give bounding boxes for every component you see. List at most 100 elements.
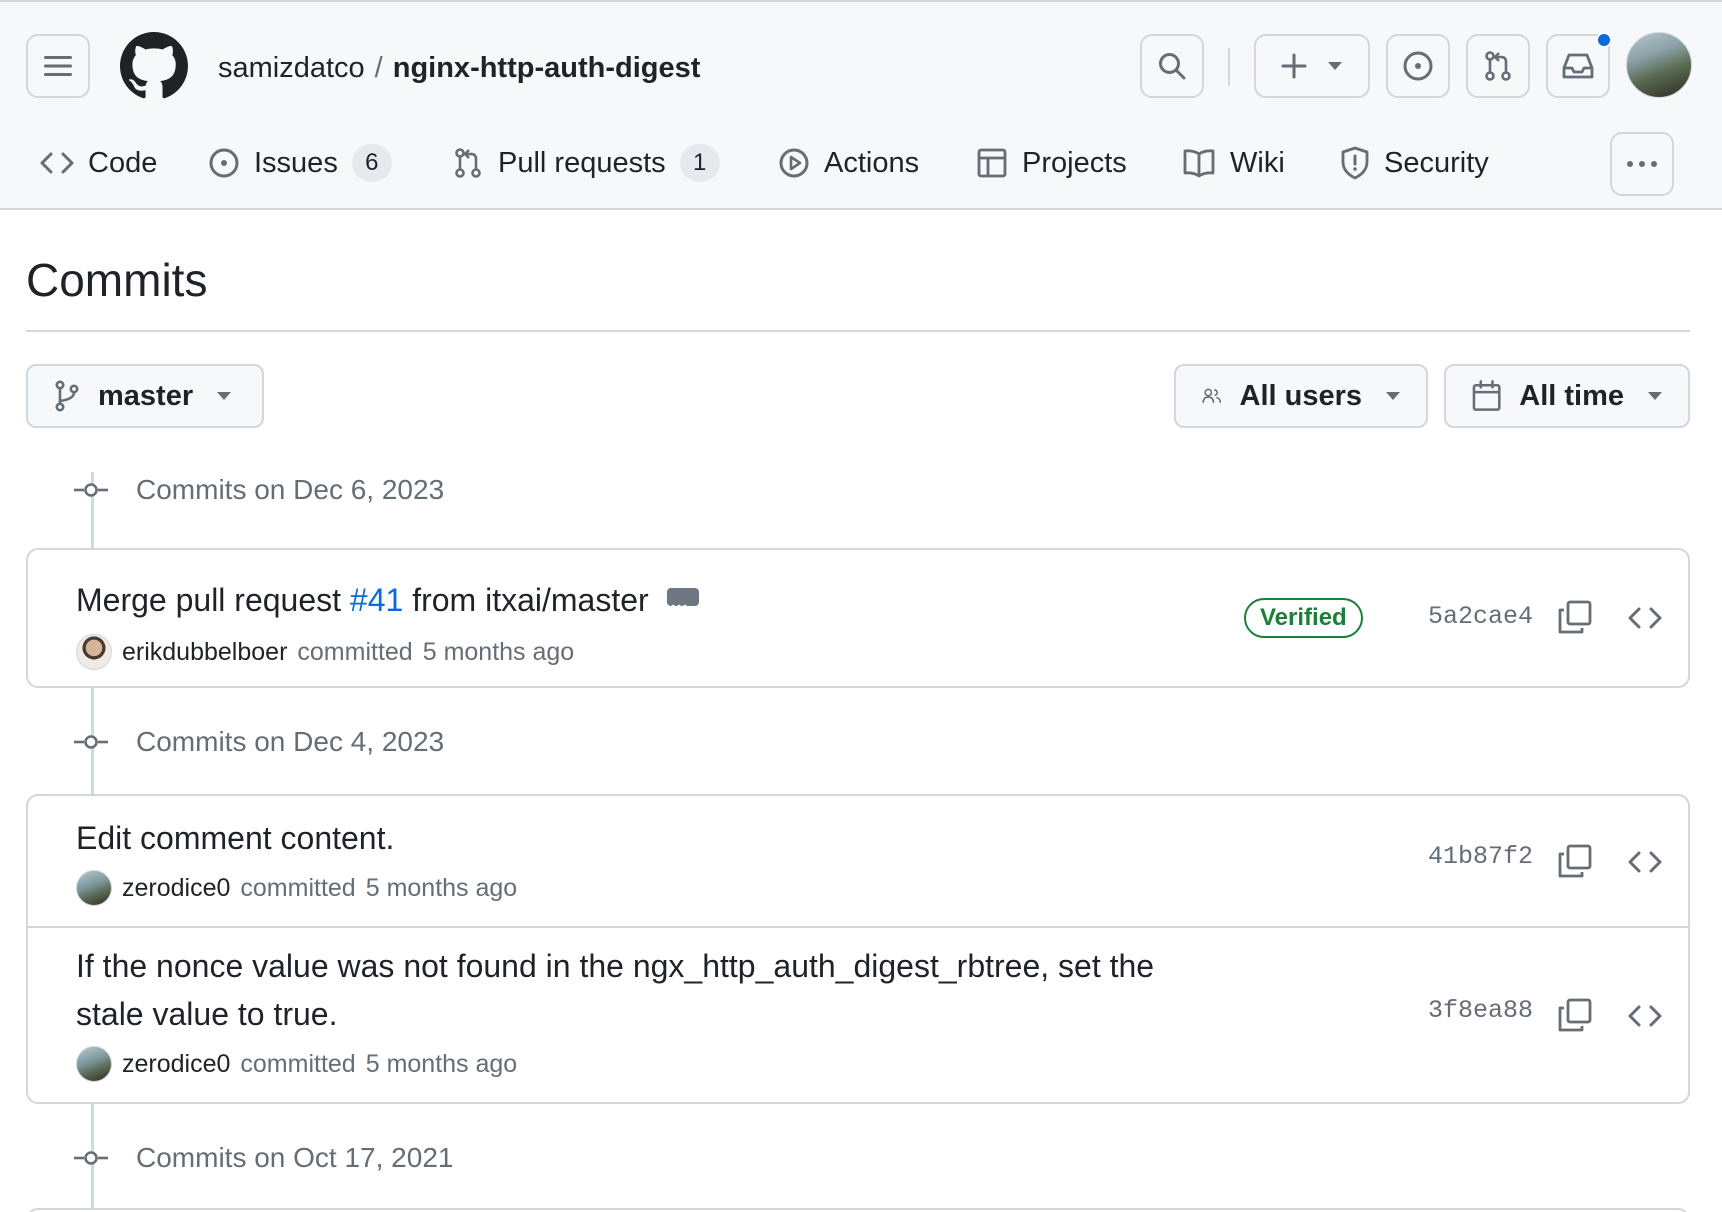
commit-message[interactable]: Edit comment content. — [76, 814, 394, 862]
users-filter[interactable]: All users — [1174, 364, 1428, 428]
commit-message[interactable]: If the nonce value was not found in the … — [76, 942, 1236, 1038]
issue-opened-icon — [209, 148, 239, 178]
play-icon — [779, 148, 809, 178]
commit-meta: erikdubbelboer committed 5 months ago — [76, 634, 574, 670]
copy-icon[interactable] — [1558, 600, 1592, 634]
unread-notification-indicator — [1596, 32, 1612, 48]
tab-label: Code — [88, 146, 158, 179]
hamburger-icon — [44, 56, 72, 76]
table-icon — [977, 148, 1007, 178]
triangle-down-icon — [217, 392, 232, 400]
git-commit-icon — [74, 483, 108, 497]
tab-label: Issues — [254, 146, 338, 179]
commit-sha-link[interactable]: 41b87f2 — [1428, 842, 1533, 871]
search-button[interactable] — [1140, 34, 1204, 98]
header-divider — [1228, 48, 1230, 86]
your-issues-button[interactable] — [1386, 34, 1450, 98]
commit-row: Merge pull request #41 from itxai/master… — [28, 550, 1688, 686]
menu-button[interactable] — [26, 34, 90, 98]
commit-group-heading: Commits on Dec 6, 2023 — [74, 470, 444, 510]
tab-label: Pull requests — [498, 146, 666, 179]
commit-message-text: Merge pull request — [76, 582, 350, 618]
author-avatar[interactable] — [76, 1046, 112, 1082]
group-date: Commits on Dec 6, 2023 — [136, 474, 445, 505]
your-pull-requests-button[interactable] — [1466, 34, 1530, 98]
commit-time: 5 months ago — [365, 873, 518, 902]
commit-group-heading: Commits on Dec 4, 2023 — [74, 722, 444, 762]
commit-list: Merge pull request #41 from itxai/master… — [26, 548, 1690, 688]
commit-group-heading: Commits on Oct 17, 2021 — [74, 1138, 453, 1178]
tab-actions[interactable]: Actions — [778, 132, 919, 194]
author-link[interactable]: zerodice0 — [122, 874, 230, 903]
title-divider — [26, 330, 1690, 332]
triangle-down-icon — [1648, 392, 1662, 400]
tab-issues[interactable]: Issues 6 — [208, 132, 392, 194]
more-tabs-button[interactable] — [1610, 132, 1674, 196]
user-avatar[interactable] — [1626, 32, 1692, 98]
git-pull-request-icon — [1485, 51, 1511, 81]
code-icon[interactable] — [1628, 606, 1662, 630]
tab-security[interactable]: Security — [1340, 132, 1489, 194]
tab-pull-requests[interactable]: Pull requests 1 — [452, 132, 720, 194]
commit-message-line: If the nonce value was not found in the … — [76, 948, 1155, 984]
tab-wiki[interactable]: Wiki — [1182, 132, 1285, 194]
repo-owner-link[interactable]: samizdatco — [218, 52, 365, 84]
breadcrumb-separator: / — [374, 52, 383, 84]
git-commit-icon — [74, 735, 108, 749]
verified-badge[interactable]: Verified — [1244, 598, 1363, 638]
group-date: Commits on Dec 4, 2023 — [136, 726, 445, 757]
git-commit-icon — [74, 1151, 108, 1165]
time-filter[interactable]: All time — [1444, 364, 1690, 428]
commit-message-line: stale value to true. — [76, 996, 338, 1032]
tab-label: Actions — [824, 146, 920, 179]
book-icon — [1183, 149, 1215, 178]
plus-icon — [1281, 53, 1307, 79]
app-header: samizdatco / nginx-http-auth-digest Code I… — [0, 0, 1722, 210]
pull-requests-count-badge: 1 — [679, 144, 720, 182]
create-new-button[interactable] — [1254, 34, 1370, 98]
copy-icon[interactable] — [1558, 998, 1592, 1032]
code-icon — [40, 152, 74, 174]
commit-sha-link[interactable]: 3f8ea88 — [1428, 996, 1533, 1025]
author-link[interactable]: erikdubbelboer — [122, 638, 287, 667]
commit-row: If the nonce value was not found in the … — [28, 926, 1688, 1102]
commit-meta: zerodice0 committed 5 months ago — [76, 870, 517, 906]
pr-link[interactable]: #41 — [350, 582, 403, 618]
branch-selector[interactable]: master — [26, 364, 264, 428]
commit-time: 5 months ago — [422, 637, 575, 666]
repo-name-link[interactable]: nginx-http-auth-digest — [393, 52, 701, 84]
branch-name: master — [98, 379, 194, 412]
triangle-down-icon — [1386, 392, 1400, 400]
code-icon[interactable] — [1628, 1004, 1662, 1028]
copy-icon[interactable] — [1558, 844, 1592, 878]
search-icon — [1159, 53, 1186, 80]
issue-opened-icon — [1403, 51, 1433, 81]
group-date: Commits on Oct 17, 2021 — [136, 1142, 454, 1173]
triangle-down-icon — [1328, 62, 1342, 70]
commit-row: Edit comment content. zerodice0 committe… — [28, 796, 1688, 926]
inbox-icon — [1562, 53, 1594, 79]
github-logo-icon[interactable] — [120, 32, 188, 100]
commit-action: committed — [240, 873, 356, 902]
kebab-horizontal-icon — [1627, 161, 1657, 167]
author-avatar[interactable] — [76, 870, 112, 906]
expand-message-button[interactable] — [666, 582, 699, 630]
repo-nav-tabs: Code Issues 6 Pull requests 1 Actions Pr… — [0, 132, 1722, 194]
tab-code[interactable]: Code — [40, 132, 157, 194]
commit-action: committed — [240, 1049, 356, 1078]
commit-meta: zerodice0 committed 5 months ago — [76, 1046, 517, 1082]
time-filter-label: All time — [1519, 379, 1624, 412]
commit-list — [26, 1208, 1690, 1212]
commit-message-text: from itxai/master — [403, 582, 649, 618]
commit-sha-link[interactable]: 5a2cae4 — [1428, 602, 1533, 631]
tab-label: Security — [1384, 146, 1489, 179]
tab-label: Wiki — [1230, 146, 1285, 179]
author-link[interactable]: zerodice0 — [122, 1050, 230, 1079]
calendar-icon — [1472, 380, 1501, 411]
users-filter-label: All users — [1239, 379, 1363, 412]
commit-message[interactable]: Merge pull request #41 from itxai/master — [76, 576, 699, 630]
tab-projects[interactable]: Projects — [976, 132, 1127, 194]
code-icon[interactable] — [1628, 850, 1662, 874]
issues-count-badge: 6 — [351, 144, 392, 182]
author-avatar[interactable] — [76, 634, 112, 670]
